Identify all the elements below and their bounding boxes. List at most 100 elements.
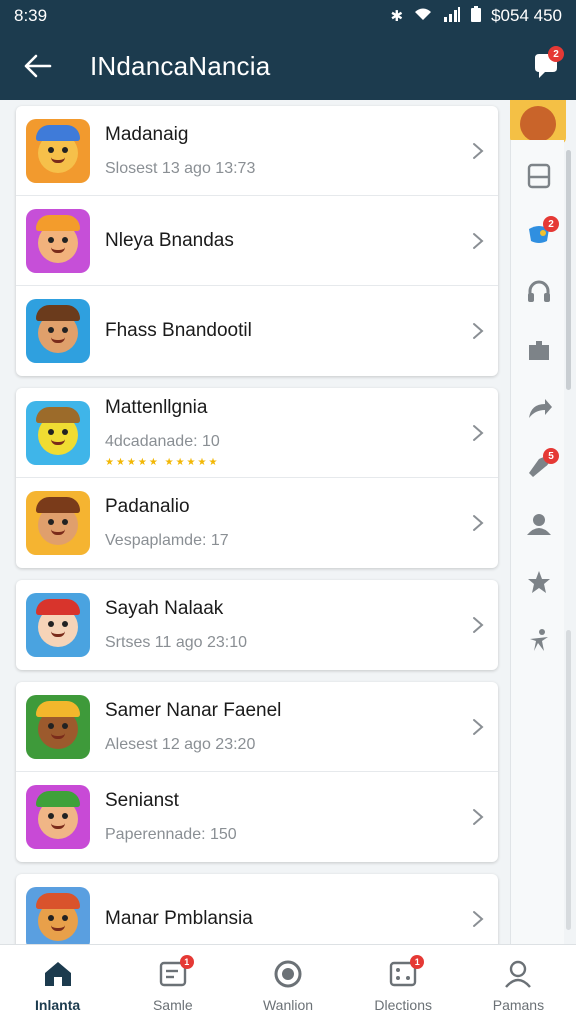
list-item[interactable]: Senianst Paperennade: 150 (16, 772, 498, 862)
list-item[interactable]: Samer Nanar Faenel Alesest 12 ago 23:20 (16, 682, 498, 772)
nav-item-dice[interactable]: 1 Dlections (346, 945, 461, 1024)
app-bar: INdancaNancia 2 (0, 32, 576, 100)
back-button[interactable] (0, 32, 76, 100)
rail-item-figure[interactable] (519, 622, 559, 662)
list-item[interactable]: Padanalio Vespaplamde: 17 (16, 478, 498, 568)
rail-avatar[interactable] (510, 100, 566, 144)
rail-item-document[interactable] (519, 158, 559, 198)
bottom-navigation: Inlanta 1 Samle Wanlion 1 Dlections Pamans (0, 944, 576, 1024)
list-item-title: Nleya Bnandas (105, 229, 234, 251)
rail-item-user[interactable] (519, 506, 559, 546)
avatar-eye (48, 813, 54, 819)
avatar-hat (36, 700, 80, 717)
figure-icon (526, 627, 552, 658)
avatar-eye (48, 519, 54, 525)
wifi-icon (413, 6, 433, 26)
chevron-right-icon (458, 910, 498, 928)
card: Madanaig Slosest 13 ago 13:73 Nleya Bnan… (16, 106, 498, 376)
card: Sayah Nalaak Srtses 11 ago 23:10 (16, 580, 498, 670)
list-item[interactable]: Nleya Bnandas (16, 196, 498, 286)
list-item[interactable]: Fhass Bnandootil (16, 286, 498, 376)
list-item-title: Mattenllgnia (105, 397, 208, 418)
avatar-eye (48, 722, 54, 729)
avatar-hat (36, 406, 80, 423)
list-item-title: Padanalio (105, 496, 190, 517)
list-item[interactable]: Manar Pmblansia (16, 874, 498, 944)
list-item-subtitle: Slosest 13 ago 13:73 (105, 159, 256, 177)
nav-badge: 1 (410, 954, 425, 969)
avatar-eye (62, 722, 68, 729)
nav-item-record[interactable]: Wanlion (230, 945, 345, 1024)
chevron-right-icon (458, 322, 498, 340)
list-item-text: Madanaig Slosest 13 ago 13:73 (105, 124, 458, 178)
avatar-hat (36, 124, 80, 141)
avatar-eye (62, 621, 68, 627)
nav-item-label: Wanlion (262, 996, 314, 1013)
avatar-eye (62, 813, 68, 819)
app-list: Madanaig Slosest 13 ago 13:73 Nleya Bnan… (16, 106, 498, 944)
nav-item-home[interactable]: Inlanta (0, 945, 115, 1024)
game-character-icon (26, 118, 90, 183)
status-time: 8:39 (14, 6, 48, 25)
bluetooth-icon: ✱ (390, 8, 404, 25)
avatar-hat (36, 497, 80, 513)
chevron-right-icon (458, 424, 498, 442)
list-item-title: Fhass Bnandootil (105, 320, 252, 341)
headset-icon (526, 279, 552, 310)
avatar-hat (36, 214, 80, 231)
avatar-eye (62, 428, 68, 435)
avatar-eye (48, 621, 54, 627)
scrollbar-track (566, 630, 571, 930)
rating-stars: ★★★★★ ★★★★★ (105, 457, 220, 468)
nav-item-profile[interactable]: Pamans (461, 945, 576, 1024)
nav-item-label: Dlections (374, 996, 432, 1013)
avatar-hat (36, 791, 80, 807)
list-item[interactable]: Madanaig Slosest 13 ago 13:73 (16, 106, 498, 196)
list-item-subtitle: 4dcadanade: 10 (105, 433, 220, 450)
list-item-subtitle: Paperennade: 150 (105, 826, 237, 843)
chevron-right-icon (458, 718, 498, 736)
dice-icon: 1 (386, 954, 425, 991)
scrollbar[interactable] (566, 150, 571, 390)
list-item-text: Fhass Bnandootil (105, 320, 458, 342)
list-item-title: Madanaig (105, 123, 189, 145)
chat-badge: 2 (548, 46, 564, 62)
list-item-title: Sayah Nalaak (105, 598, 224, 619)
list-item[interactable]: Sayah Nalaak Srtses 11 ago 23:10 (16, 580, 498, 670)
list-item-subtitle: Srtses 11 ago 23:10 (105, 634, 248, 651)
rail-item-game-controller[interactable]: 2 (519, 216, 559, 256)
list-item-text: Mattenllgnia 4dcadanade: 10 ★★★★★ ★★★★★ (105, 397, 458, 468)
user-icon (525, 511, 553, 542)
battery-icon (471, 6, 482, 26)
game-character-icon (26, 400, 90, 465)
nav-item-label: Samle (152, 996, 193, 1013)
list-item-subtitle: Alesest 12 ago 23:20 (105, 735, 256, 753)
rail-item-share-arrow[interactable] (519, 390, 559, 430)
nav-item-message[interactable]: 1 Samle (115, 945, 230, 1024)
avatar-eye (48, 327, 54, 333)
list-item-text: Padanalio Vespaplamde: 17 (105, 496, 458, 550)
chevron-right-icon (458, 514, 498, 532)
avatar-eye (48, 146, 54, 153)
avatar-eye (62, 519, 68, 525)
game-character-icon (26, 785, 90, 849)
list-item[interactable]: Mattenllgnia 4dcadanade: 10 ★★★★★ ★★★★★ (16, 388, 498, 478)
puzzle-icon (526, 337, 552, 368)
game-character-icon (26, 694, 90, 759)
nav-item-label: Pamans (492, 996, 545, 1013)
rail-badge: 2 (543, 216, 559, 232)
game-character-icon (26, 887, 90, 944)
card: Manar Pmblansia (16, 874, 498, 944)
chevron-right-icon (458, 808, 498, 826)
profile-icon (501, 957, 535, 991)
nav-item-label: Inlanta (35, 996, 81, 1013)
rail-item-star[interactable] (519, 564, 559, 604)
chat-button[interactable]: 2 (516, 32, 576, 100)
avatar-hat (36, 893, 80, 909)
game-character-icon (26, 593, 90, 657)
rail-item-headset[interactable] (519, 274, 559, 314)
rail-item-rocket[interactable]: 5 (519, 448, 559, 488)
rail-item-puzzle[interactable] (519, 332, 559, 372)
document-icon (526, 163, 552, 194)
game-character-icon (26, 208, 90, 273)
